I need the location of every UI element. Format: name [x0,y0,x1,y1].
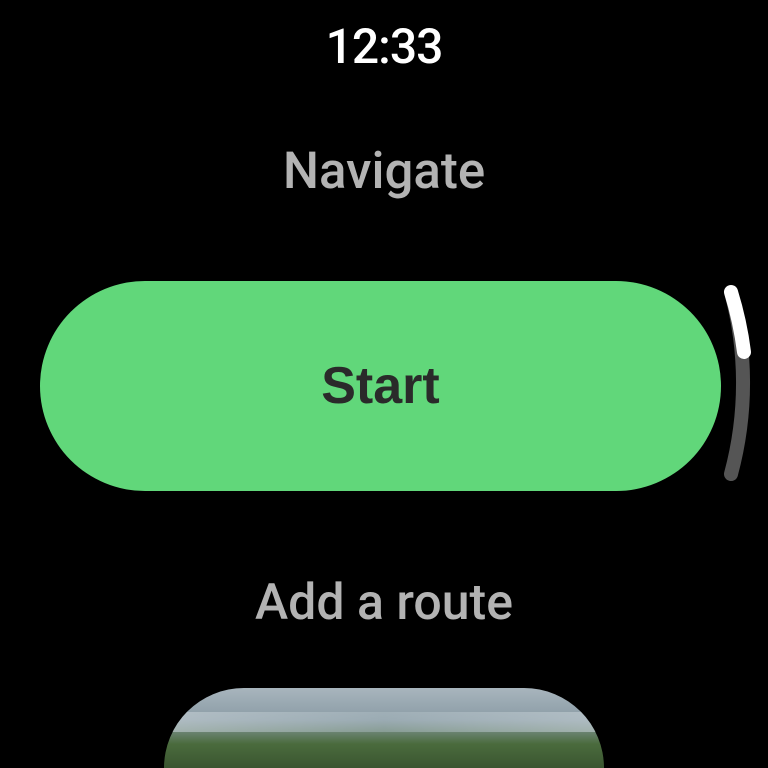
add-route-button[interactable]: Add a route [255,574,513,632]
status-time: 12:33 [326,18,443,75]
start-button[interactable]: Start [40,281,721,491]
page-title: Navigate [283,142,485,201]
route-preview-image[interactable] [164,688,604,768]
scroll-indicator [701,282,761,482]
start-button-label: Start [321,356,439,416]
